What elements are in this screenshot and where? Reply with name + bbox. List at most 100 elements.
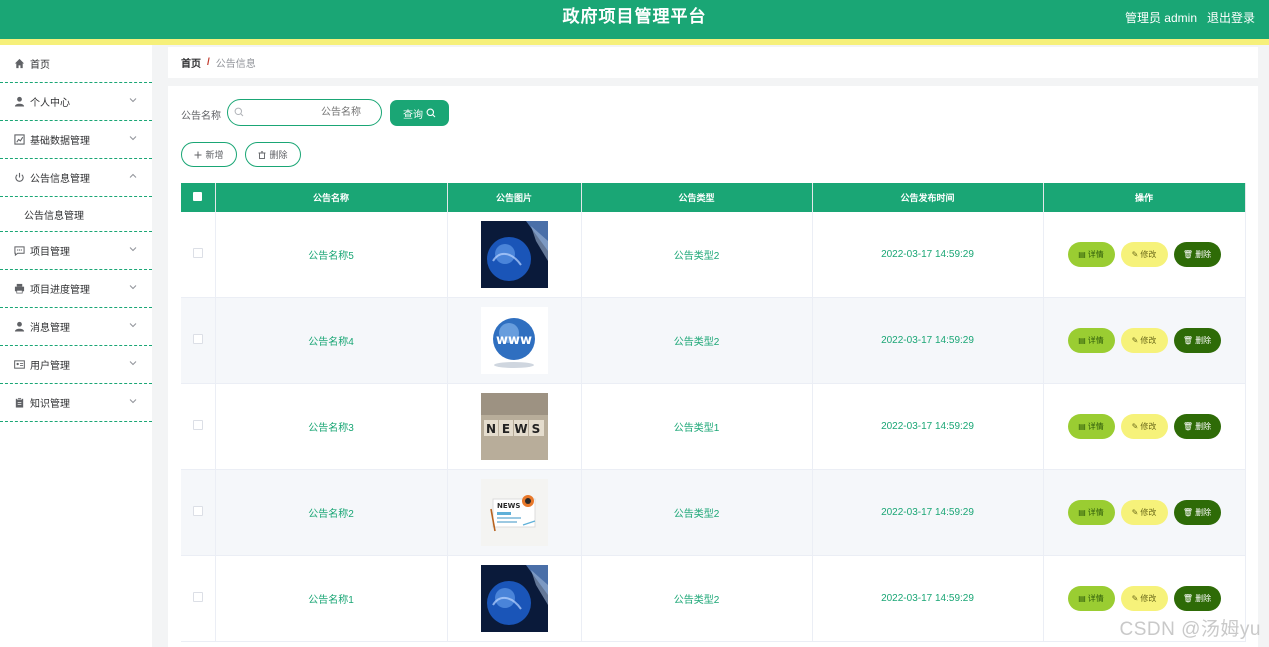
add-button[interactable]: 新增 (181, 142, 237, 167)
cell-type: 公告类型2 (581, 212, 813, 298)
chevron-down-icon (129, 98, 137, 103)
sidebar-item-user-management[interactable]: 用户管理 (0, 346, 152, 384)
trash-icon (258, 150, 266, 159)
cell-time: 2022-03-17 14:59:29 (812, 297, 1044, 384)
sidebar-item-label: 基础数据管理 (30, 136, 90, 147)
sidebar-item-basic-data[interactable]: 基础数据管理 (0, 121, 152, 159)
column-header-image: 公告图片 (447, 183, 582, 212)
cell-time: 2022-03-17 14:59:29 (812, 383, 1044, 470)
sidebar-item-message-management[interactable]: 消息管理 (0, 308, 152, 346)
cell-name: 公告名称3 (215, 383, 448, 470)
trash-icon: 🗑 (1182, 594, 1194, 603)
search-icon (426, 108, 436, 118)
sidebar-item-label: 消息管理 (30, 323, 70, 334)
delete-button[interactable]: 🗑 删除 (1173, 500, 1221, 525)
sidebar-subitem-notice-info[interactable]: 公告信息管理 (0, 197, 152, 232)
breadcrumb: 首页 / 公告信息 (168, 47, 1258, 78)
row-checkbox[interactable] (192, 248, 203, 258)
delete-button[interactable]: 🗑 删除 (1173, 242, 1221, 267)
detail-button[interactable]: ▤ 详情 (1067, 242, 1115, 267)
delete-button[interactable]: 🗑 删除 (1173, 414, 1221, 439)
sidebar-item-label: 个人中心 (30, 98, 70, 109)
header-accent-strip (0, 39, 1269, 45)
plus-icon (194, 151, 202, 158)
sidebar-item-project-progress[interactable]: 项目进度管理 (0, 270, 152, 308)
query-button[interactable]: 查询 (390, 100, 449, 126)
search-input[interactable] (227, 99, 382, 126)
delete-button[interactable]: 🗑 删除 (1173, 586, 1221, 611)
table-row: 公告名称5 公告类型2 2022-03-17 14:59:29 ▤ 详情 ✎ 修… (181, 212, 1246, 298)
row-checkbox[interactable] (192, 420, 203, 430)
notice-image-globe (480, 565, 548, 632)
search-icon (234, 107, 244, 117)
top-bar: 政府项目管理平台 管理员 admin 退出登录 (0, 0, 1269, 39)
cell-time: 2022-03-17 14:59:29 (812, 469, 1044, 556)
main-panel: 公告名称 查询 新增 删除 公告名称 公告图片 公告类型 公告发布时间 操作 (168, 86, 1258, 647)
row-checkbox[interactable] (192, 334, 203, 344)
edit-button[interactable]: ✎ 修改 (1120, 414, 1168, 439)
clipboard-icon (13, 397, 25, 409)
app-title: 政府项目管理平台 (562, 7, 707, 26)
notice-image-globe (480, 221, 548, 288)
document-icon: ▤ (1078, 422, 1086, 431)
edit-button[interactable]: ✎ 修改 (1120, 328, 1168, 353)
query-button-label: 查询 (403, 109, 423, 121)
document-icon: ▤ (1078, 594, 1086, 603)
svg-text:www: www (495, 333, 531, 348)
detail-button[interactable]: ▤ 详情 (1067, 414, 1115, 439)
logout-button[interactable]: 退出登录 (1207, 9, 1255, 26)
sidebar-item-label: 首页 (30, 60, 50, 71)
sidebar-item-project-management[interactable]: 项目管理 (0, 232, 152, 270)
column-header-name: 公告名称 (215, 183, 448, 212)
row-checkbox[interactable] (192, 592, 203, 602)
sidebar-item-personal-center[interactable]: 个人中心 (0, 83, 152, 121)
cell-name: 公告名称4 (215, 297, 448, 384)
cell-time: 2022-03-17 14:59:29 (812, 212, 1044, 298)
edit-button[interactable]: ✎ 修改 (1120, 242, 1168, 267)
sidebar-item-knowledge-management[interactable]: 知识管理 (0, 384, 152, 422)
edit-button[interactable]: ✎ 修改 (1120, 586, 1168, 611)
detail-button[interactable]: ▤ 详情 (1067, 500, 1115, 525)
cell-name: 公告名称5 (215, 212, 448, 298)
column-header-type: 公告类型 (581, 183, 813, 212)
sidebar-item-label: 项目进度管理 (30, 285, 90, 296)
delete-button[interactable]: 🗑 删除 (1173, 328, 1221, 353)
chevron-up-icon (129, 173, 137, 178)
breadcrumb-current: 公告信息 (215, 59, 256, 70)
breadcrumb-home[interactable]: 首页 (181, 55, 201, 70)
column-header-time: 公告发布时间 (812, 183, 1044, 212)
select-all-checkbox[interactable] (193, 192, 203, 201)
svg-text:W: W (514, 422, 527, 436)
svg-text:S: S (531, 422, 540, 436)
cell-type: 公告类型2 (581, 297, 813, 384)
cell-type: 公告类型2 (581, 555, 813, 642)
chevron-down-icon (129, 323, 137, 328)
sidebar-subitem-label: 公告信息管理 (24, 210, 84, 222)
notice-image-newspaper: NEWS (480, 479, 548, 546)
batch-delete-label: 删除 (269, 150, 288, 160)
watermark: CSDN @汤姆yu (1119, 619, 1261, 640)
cell-type: 公告类型2 (581, 469, 813, 556)
edit-button[interactable]: ✎ 修改 (1120, 500, 1168, 525)
document-icon: ▤ (1078, 336, 1086, 345)
detail-button[interactable]: ▤ 详情 (1067, 586, 1115, 611)
breadcrumb-separator: / (207, 57, 210, 68)
sidebar-item-home[interactable]: 首页 (0, 45, 152, 83)
trash-icon: 🗑 (1182, 250, 1194, 259)
table-row: 公告名称3 N E W S 公告类型1 2022-03-17 14:59:29 … (181, 383, 1246, 470)
pencil-icon: ✎ (1131, 250, 1139, 259)
detail-button[interactable]: ▤ 详情 (1067, 328, 1115, 353)
chart-icon (13, 134, 25, 146)
chevron-down-icon (129, 247, 137, 252)
user-icon (13, 96, 25, 108)
cell-type: 公告类型1 (581, 383, 813, 470)
trash-icon: 🗑 (1182, 422, 1194, 431)
row-checkbox[interactable] (192, 506, 203, 516)
svg-text:E: E (501, 422, 509, 436)
sidebar-item-notice-management[interactable]: 公告信息管理 (0, 159, 152, 197)
batch-delete-button[interactable]: 删除 (245, 142, 301, 167)
cell-name: 公告名称1 (215, 555, 448, 642)
select-all-cell[interactable] (181, 183, 216, 212)
pencil-icon: ✎ (1131, 422, 1139, 431)
search-label: 公告名称 (181, 111, 221, 122)
